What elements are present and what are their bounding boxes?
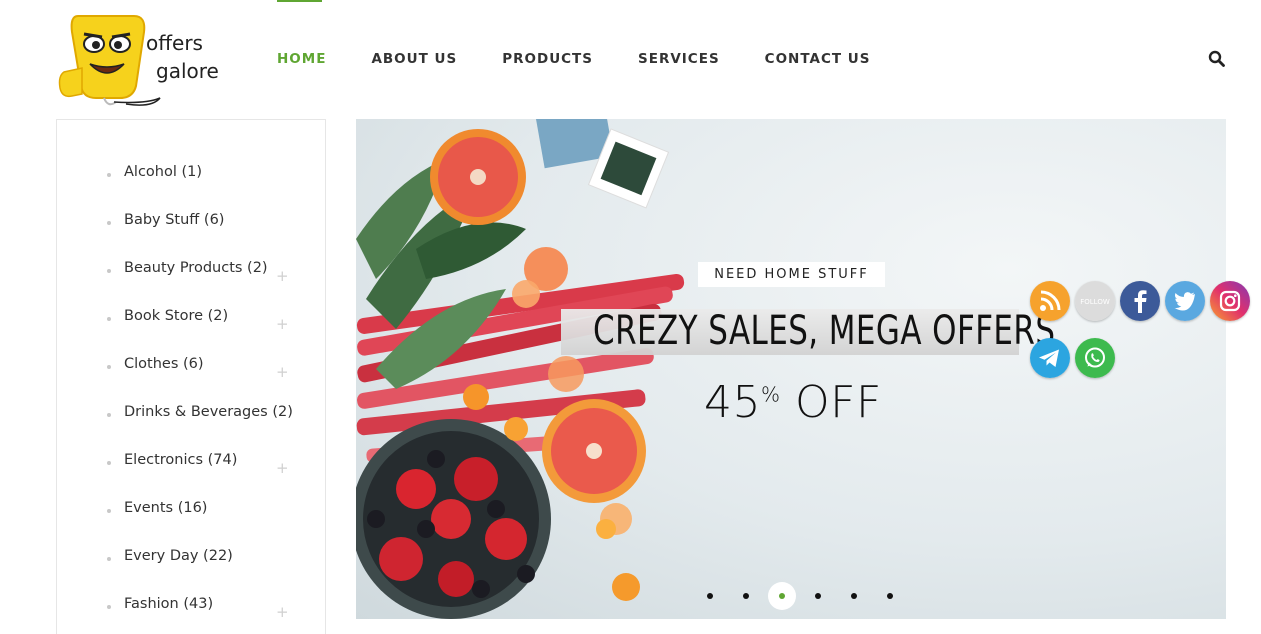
bullet-icon [107,317,111,321]
category-sidebar: Alcohol (1) Baby Stuff (6) Beauty Produc… [56,119,326,634]
offer-percent: % [761,382,781,407]
nav-about-us[interactable]: ABOUT US [371,51,457,67]
category-label[interactable]: Clothes (6) [124,356,204,372]
hero-offer: 45% OFF [704,377,882,428]
slider-dot-5[interactable] [851,593,857,599]
bullet-icon [107,461,111,465]
expand-icon[interactable]: + [276,461,289,476]
slider-dot-2[interactable] [743,593,749,599]
site-logo[interactable]: offers galore [56,12,221,108]
slider-pagination [692,582,908,610]
main-nav: HOME ABOUT US PRODUCTS SERVICES CONTACT … [277,51,915,67]
hero-headline: CREZY SALES, MEGA OFFERS [593,308,1056,354]
slider-dot-6[interactable] [887,593,893,599]
bullet-icon [107,605,111,609]
instagram-icon[interactable] [1210,281,1250,321]
category-label[interactable]: Electronics (74) [124,452,237,468]
telegram-icon[interactable] [1030,338,1070,378]
bullet-icon [107,509,111,513]
category-label[interactable]: Fashion (43) [124,596,213,612]
fruit-vegetables-image [356,119,685,619]
follow-icon[interactable]: FOLLOW [1075,281,1115,321]
category-item-beauty-products[interactable]: Beauty Products (2) + [57,255,325,285]
category-item-clothes[interactable]: Clothes (6) + [57,351,325,381]
bullet-icon [107,413,111,417]
category-item-alcohol[interactable]: Alcohol (1) [57,159,325,189]
bullet-icon [107,365,111,369]
category-item-events[interactable]: Events (16) [57,495,325,525]
expand-icon[interactable]: + [276,317,289,332]
category-label[interactable]: Beauty Products (2) [124,260,268,276]
search-icon[interactable] [1208,50,1226,68]
expand-icon[interactable]: + [276,605,289,620]
logo-mascot-icon: offers galore [58,15,219,106]
bullet-icon [107,221,111,225]
bullet-icon [107,269,111,273]
category-label[interactable]: Drinks & Beverages (2) [124,404,293,420]
rss-icon[interactable] [1030,281,1070,321]
hero-badge: NEED HOME STUFF [698,262,885,287]
category-item-fashion[interactable]: Fashion (43) + [57,591,325,621]
active-nav-indicator [277,0,322,2]
expand-icon[interactable]: + [276,269,289,284]
category-label[interactable]: Events (16) [124,500,207,516]
category-item-book-store[interactable]: Book Store (2) + [57,303,325,333]
category-label[interactable]: Alcohol (1) [124,164,202,180]
nav-contact-us[interactable]: CONTACT US [765,51,871,67]
svg-text:galore: galore [156,59,219,83]
svg-text:FOLLOW: FOLLOW [1080,298,1110,306]
slider-dot-3[interactable] [768,582,796,610]
category-label[interactable]: Book Store (2) [124,308,228,324]
bullet-icon [107,173,111,177]
svg-text:offers: offers [146,31,203,55]
nav-home[interactable]: HOME [277,51,326,67]
category-label[interactable]: Every Day (22) [124,548,233,564]
bullet-icon [107,557,111,561]
twitter-icon[interactable] [1165,281,1205,321]
nav-products[interactable]: PRODUCTS [502,51,593,67]
whatsapp-icon[interactable] [1075,338,1115,378]
expand-icon[interactable]: + [276,365,289,380]
offer-word: OFF [795,377,882,428]
category-item-drinks-beverages[interactable]: Drinks & Beverages (2) [57,399,325,429]
category-item-every-day[interactable]: Every Day (22) [57,543,325,573]
slider-dot-1[interactable] [707,593,713,599]
nav-services[interactable]: SERVICES [638,51,720,67]
offer-number: 45 [704,377,761,428]
slider-dot-4[interactable] [815,593,821,599]
category-label[interactable]: Baby Stuff (6) [124,212,224,228]
category-item-baby-stuff[interactable]: Baby Stuff (6) [57,207,325,237]
category-item-electronics[interactable]: Electronics (74) + [57,447,325,477]
facebook-icon[interactable] [1120,281,1160,321]
